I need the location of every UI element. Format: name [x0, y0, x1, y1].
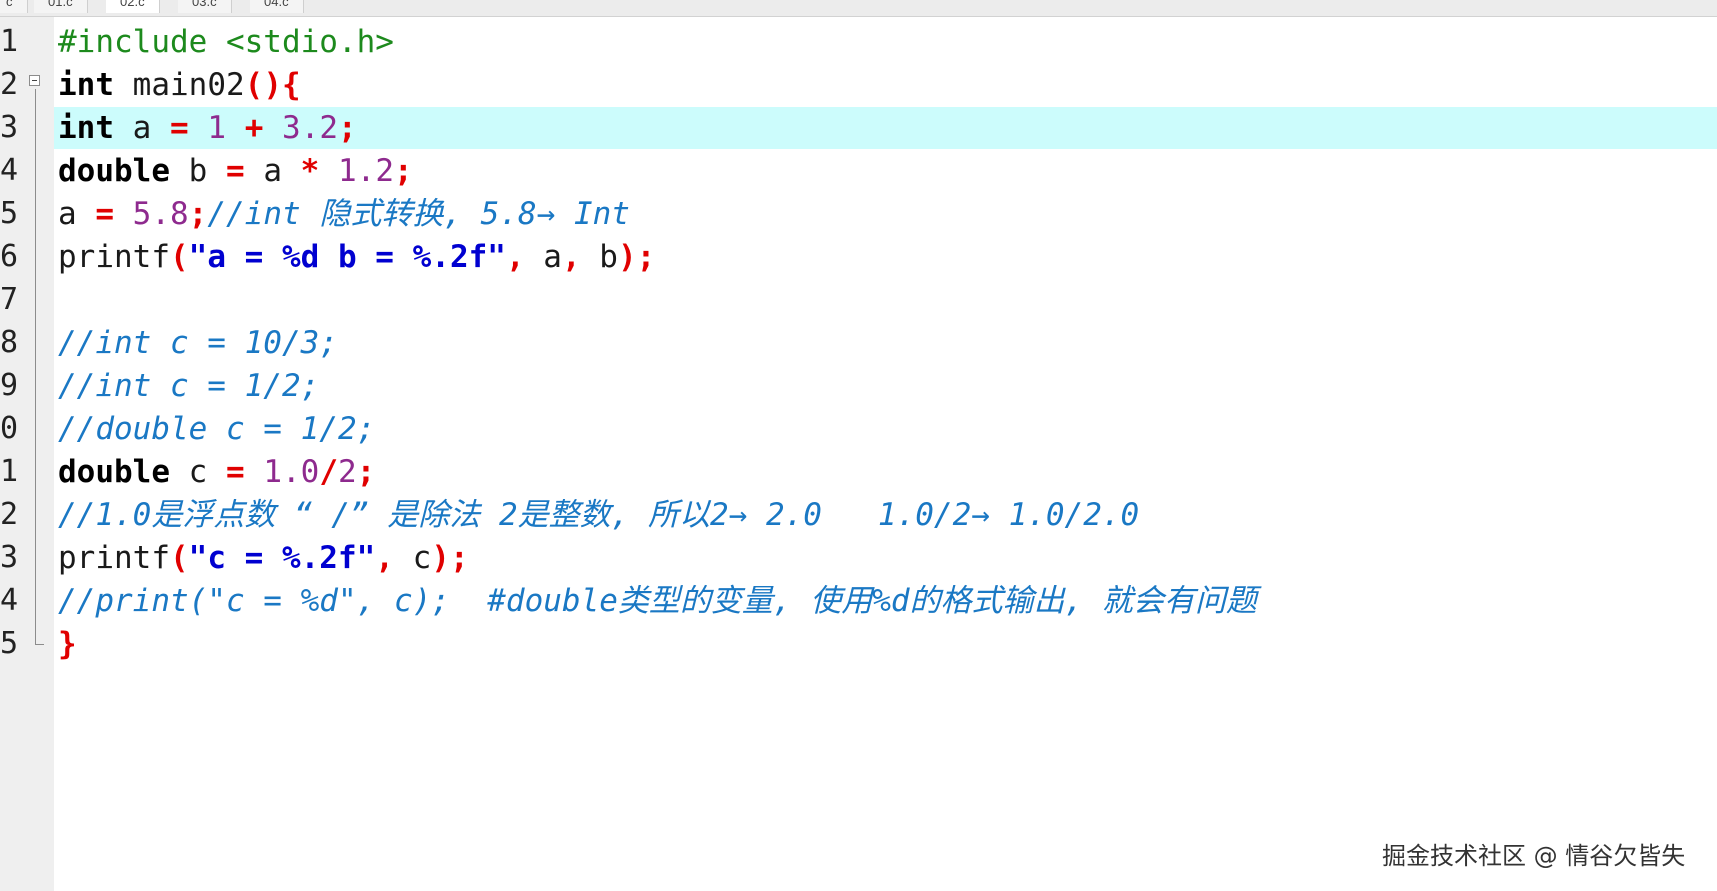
operator: ( [169, 540, 189, 576]
line-number: 0 [0, 411, 19, 446]
identifier: a [244, 153, 301, 189]
tab-01c[interactable]: 01.c [34, 0, 88, 13]
string-literal: "a = %d b = %.2f" [188, 239, 506, 275]
identifier: c [393, 540, 432, 576]
comment: //print("c = %d", c); #double类型的变量, 使用%d… [58, 583, 1257, 619]
code-line-11[interactable]: double c = 1.0/2; [58, 450, 375, 494]
keyword: double [58, 454, 170, 490]
line-number: 4 [0, 153, 19, 188]
keyword: double [58, 153, 170, 189]
number-literal: 2 [338, 454, 357, 490]
code-line-13[interactable]: printf("c = %.2f", c); [58, 536, 469, 580]
number-literal: 3.2 [282, 110, 339, 146]
operator: ) [431, 540, 450, 576]
operator: , [561, 239, 581, 275]
code-line-10[interactable]: //double c = 1/2; [58, 407, 375, 451]
fold-end-marker [35, 644, 44, 645]
operator: ; [188, 196, 208, 232]
operator: ( [169, 239, 189, 275]
watermark-text: 掘金技术社区 @ 情谷欠皆失 [1382, 842, 1686, 870]
tab-02c[interactable]: 02.c [106, 0, 160, 13]
identifier: a [114, 110, 170, 146]
line-number: 1 [0, 454, 19, 489]
comment: //int c = 10/3; [58, 325, 338, 361]
operator: ; [636, 239, 656, 275]
operator: = [225, 153, 245, 189]
line-number: 2 [0, 497, 19, 532]
code-line-12[interactable]: //1.0是浮点数 “ /” 是除法 2是整数, 所以2→ 2.0 1.0/2→… [58, 493, 1139, 537]
operator: = [170, 110, 189, 146]
line-number: 5 [0, 196, 19, 231]
fold-collapse-icon[interactable] [29, 75, 40, 86]
line-number: 8 [0, 325, 19, 360]
code-line-14[interactable]: //print("c = %d", c); #double类型的变量, 使用%d… [58, 579, 1257, 623]
number-literal: 5.8 [132, 196, 189, 232]
tab-bar: c 01.c 02.c 03.c 04.c [0, 0, 1717, 17]
code-line-9[interactable]: //int c = 1/2; [58, 364, 319, 408]
function-name: printf [58, 540, 170, 576]
line-number: 6 [0, 239, 19, 274]
comment: //double c = 1/2; [58, 411, 376, 447]
line-number: 2 [0, 67, 19, 102]
code-line-8[interactable]: //int c = 10/3; [58, 321, 338, 365]
identifier: c [169, 454, 226, 490]
operator: = [95, 196, 114, 232]
code-line-3[interactable]: int a = 1 + 3.2; [58, 106, 357, 150]
code-line-4[interactable]: double b = a * 1.2; [58, 149, 413, 193]
operator: = [225, 454, 245, 490]
operator: ; [356, 454, 376, 490]
identifier: main02 [114, 67, 245, 103]
operator: } [58, 626, 77, 662]
line-number: 5 [0, 626, 19, 661]
operator: , [505, 239, 525, 275]
identifier: b [169, 153, 226, 189]
operator: ( [244, 67, 264, 103]
operator: ) [263, 67, 282, 103]
code-line-1[interactable]: #include <stdio.h> [58, 20, 394, 64]
keyword: int [58, 110, 114, 146]
comment: //1.0是浮点数 “ /” 是除法 2是整数, 所以2→ 2.0 1.0/2→… [58, 497, 1140, 533]
line-number: 3 [0, 540, 19, 575]
identifier: a [58, 196, 96, 232]
operator: * [300, 153, 320, 189]
number-literal: 1 [207, 110, 227, 146]
tab-c[interactable]: c [0, 0, 28, 13]
line-number: 7 [0, 282, 19, 317]
code-line-2[interactable]: int main02(){ [58, 63, 301, 107]
operator: { [282, 67, 301, 103]
identifier: a [524, 239, 562, 275]
preprocessor-directive: #include <stdio.h> [58, 24, 394, 60]
tab-04c[interactable]: 04.c [250, 0, 304, 13]
string-literal: "c = %.2f" [188, 540, 376, 576]
code-line-6[interactable]: printf("a = %d b = %.2f", a, b); [58, 235, 655, 279]
operator: ; [449, 540, 469, 576]
fold-guide-line [35, 89, 36, 645]
operator: / [319, 454, 338, 490]
identifier: b [580, 239, 618, 275]
operator: + [244, 110, 264, 146]
function-name: printf [58, 239, 170, 275]
keyword: int [58, 67, 114, 103]
code-line-15[interactable]: } [58, 622, 77, 666]
code-line-5[interactable]: a = 5.8;//int 隐式转换, 5.8→ Int [58, 192, 630, 236]
comment: //int c = 1/2; [58, 368, 320, 404]
operator: ; [394, 153, 413, 189]
tab-03c[interactable]: 03.c [178, 0, 232, 13]
number-literal: 1.2 [338, 153, 394, 189]
operator: ) [617, 239, 637, 275]
line-number: 3 [0, 110, 19, 145]
line-number: 1 [0, 24, 19, 59]
comment: //int 隐式转换, 5.8→ Int [207, 196, 630, 232]
operator: , [375, 540, 394, 576]
line-number: 4 [0, 583, 19, 618]
line-number: 9 [0, 368, 19, 403]
operator: ; [338, 110, 357, 146]
number-literal: 1.0 [263, 454, 320, 490]
